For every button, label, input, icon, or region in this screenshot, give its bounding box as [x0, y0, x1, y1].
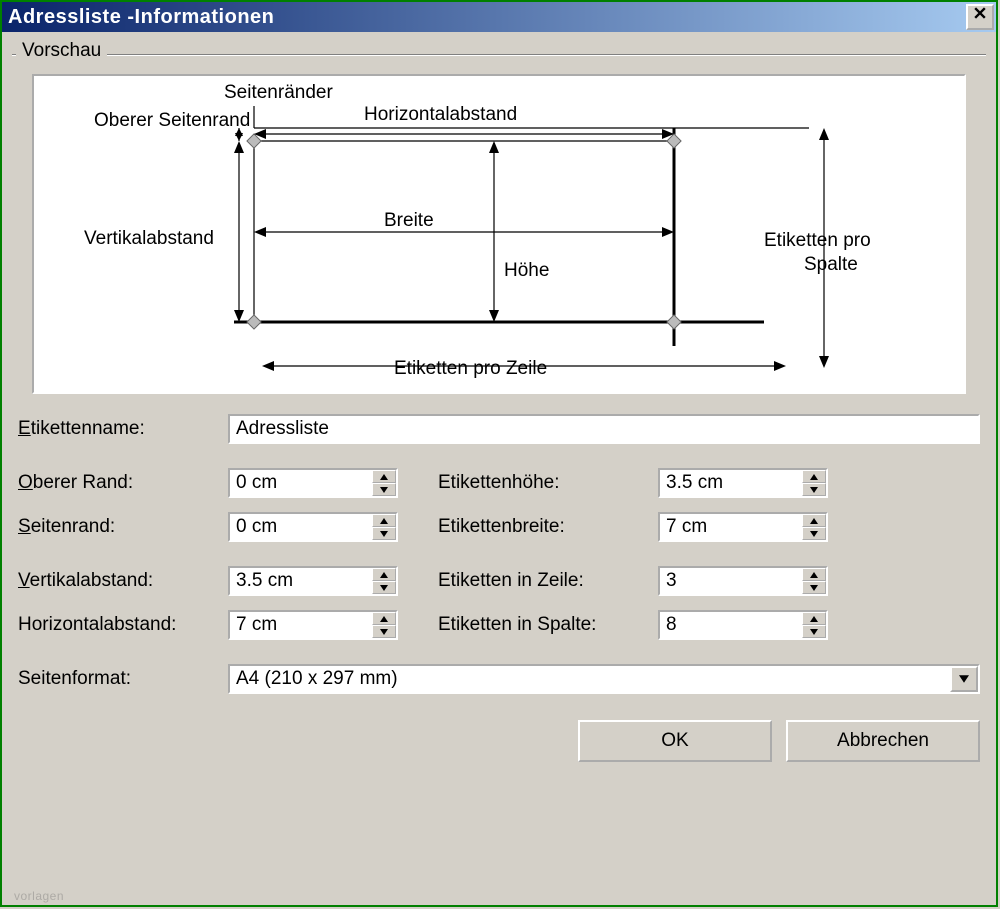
- spin-up[interactable]: [372, 514, 396, 527]
- etikettenhoehe-input[interactable]: [660, 470, 802, 496]
- window-title: Adressliste -Informationen: [8, 6, 966, 29]
- label-breite: Breite: [384, 210, 434, 231]
- row-left-width: Seitenrand: Etikettenbreite:: [18, 512, 980, 542]
- dialog-window: Adressliste -Informationen Vorschau Seit…: [0, 0, 998, 907]
- spin-btns: [802, 612, 826, 638]
- spin-btns: [802, 470, 826, 496]
- preview-legend: Vorschau: [16, 40, 107, 62]
- label-etiketten-spalte-1: Etiketten pro: [764, 230, 871, 251]
- label-etikettenbreite: Etikettenbreite:: [438, 516, 658, 538]
- spin-btns: [372, 568, 396, 594]
- label-etikettenname: Etikettenname:: [18, 418, 228, 440]
- spacer: [18, 654, 980, 664]
- close-icon: [974, 7, 986, 19]
- row-vert-zeile: Vertikalabstand: Etiketten in Zeile:: [18, 566, 980, 596]
- label-oberer-rand: Oberer Rand:: [18, 472, 228, 494]
- seitenrand-input[interactable]: [230, 514, 372, 540]
- spin-btns: [802, 568, 826, 594]
- label-etiketten-spalte-2: Spalte: [804, 254, 858, 275]
- watermark: vorlagen: [14, 889, 64, 903]
- spin-btns: [802, 514, 826, 540]
- chevron-down-icon: [959, 675, 969, 683]
- spin-horizontalabstand: [228, 610, 398, 640]
- label-horizontalabstand-field: Horizontalabstand:: [18, 614, 228, 636]
- spin-vertikalabstand: [228, 566, 398, 596]
- spin-down[interactable]: [372, 483, 396, 496]
- label-seitenrand: Seitenrand:: [18, 516, 228, 538]
- field-etikettenname: [228, 414, 980, 444]
- spin-etiketten-spalte: [658, 610, 828, 640]
- label-oberer-seitenrand: Oberer Seitenrand: [94, 110, 250, 131]
- spin-btns: [372, 470, 396, 496]
- spin-up[interactable]: [372, 568, 396, 581]
- preview-svg: Seitenränder Oberer Seitenrand: [34, 76, 964, 392]
- spacer: [18, 458, 980, 468]
- preview-group: Vorschau Seitenränder Oberer Seitenrand: [12, 54, 986, 404]
- spin-up[interactable]: [372, 470, 396, 483]
- spin-etikettenhoehe: [658, 468, 828, 498]
- spinner-horizontalabstand: [228, 610, 398, 640]
- spin-etiketten-zeile: [658, 566, 828, 596]
- spin-down[interactable]: [372, 625, 396, 638]
- spinner-etikettenhoehe: [658, 468, 828, 498]
- label-etiketten-spalte-field: Etiketten in Spalte:: [438, 614, 658, 636]
- spin-up[interactable]: [372, 612, 396, 625]
- label-vertikalabstand: Vertikalabstand: [84, 228, 214, 249]
- spin-down[interactable]: [802, 625, 826, 638]
- dropdown-button[interactable]: [950, 666, 978, 692]
- spin-oberer-rand: [228, 468, 398, 498]
- close-button[interactable]: [966, 4, 994, 30]
- seitenformat-value: A4 (210 x 297 mm): [230, 666, 950, 692]
- label-hoehe: Höhe: [504, 260, 549, 281]
- seitenformat-dropdown[interactable]: A4 (210 x 297 mm): [228, 664, 980, 694]
- label-vertikalabstand-field: Vertikalabstand:: [18, 570, 228, 592]
- spin-down[interactable]: [802, 527, 826, 540]
- spin-down[interactable]: [372, 527, 396, 540]
- label-horizontalabstand: Horizontalabstand: [364, 104, 517, 125]
- spin-down[interactable]: [802, 581, 826, 594]
- spinner-oberer-rand: [228, 468, 398, 498]
- row-horiz-spalte: Horizontalabstand: Etiketten in Spalte:: [18, 610, 980, 640]
- preview-diagram: Seitenränder Oberer Seitenrand: [32, 74, 966, 394]
- etikettenbreite-input[interactable]: [660, 514, 802, 540]
- row-seitenformat: Seitenformat: A4 (210 x 297 mm): [18, 664, 980, 694]
- spinner-etiketten-spalte: [658, 610, 828, 640]
- etiketten-spalte-input[interactable]: [660, 612, 802, 638]
- spinner-seitenrand: [228, 512, 398, 542]
- spin-seitenrand: [228, 512, 398, 542]
- spinner-etikettenbreite: [658, 512, 828, 542]
- spinner-etiketten-zeile: [658, 566, 828, 596]
- button-bar: OK Abbrechen: [12, 708, 986, 762]
- label-seitenformat: Seitenformat:: [18, 668, 228, 690]
- label-etiketten-zeile: Etiketten pro Zeile: [394, 358, 547, 379]
- spin-btns: [372, 514, 396, 540]
- spacer: [18, 556, 980, 566]
- spin-up[interactable]: [802, 470, 826, 483]
- label-etikettenhoehe: Etikettenhöhe:: [438, 472, 658, 494]
- spin-up[interactable]: [802, 568, 826, 581]
- row-etikettenname: Etikettenname:: [18, 414, 980, 444]
- client-area: Vorschau Seitenränder Oberer Seitenrand: [2, 32, 996, 905]
- label-seitenraender: Seitenränder: [224, 82, 333, 103]
- form-area: Etikettenname: Oberer Rand:: [12, 404, 986, 708]
- spin-up[interactable]: [802, 612, 826, 625]
- etikettenname-input[interactable]: [228, 414, 980, 444]
- titlebar: Adressliste -Informationen: [2, 2, 996, 32]
- etiketten-zeile-input[interactable]: [660, 568, 802, 594]
- spin-up[interactable]: [802, 514, 826, 527]
- row-top-height: Oberer Rand: Etikettenhöhe:: [18, 468, 980, 498]
- spin-down[interactable]: [802, 483, 826, 496]
- field-seitenformat: A4 (210 x 297 mm): [228, 664, 980, 694]
- spinner-vertikalabstand: [228, 566, 398, 596]
- spin-btns: [372, 612, 396, 638]
- spin-down[interactable]: [372, 581, 396, 594]
- vertikalabstand-input[interactable]: [230, 568, 372, 594]
- group-line: [12, 54, 986, 56]
- horizontalabstand-input[interactable]: [230, 612, 372, 638]
- cancel-button[interactable]: Abbrechen: [786, 720, 980, 762]
- oberer-rand-input[interactable]: [230, 470, 372, 496]
- label-etiketten-zeile-field: Etiketten in Zeile:: [438, 570, 658, 592]
- ok-button[interactable]: OK: [578, 720, 772, 762]
- spin-etikettenbreite: [658, 512, 828, 542]
